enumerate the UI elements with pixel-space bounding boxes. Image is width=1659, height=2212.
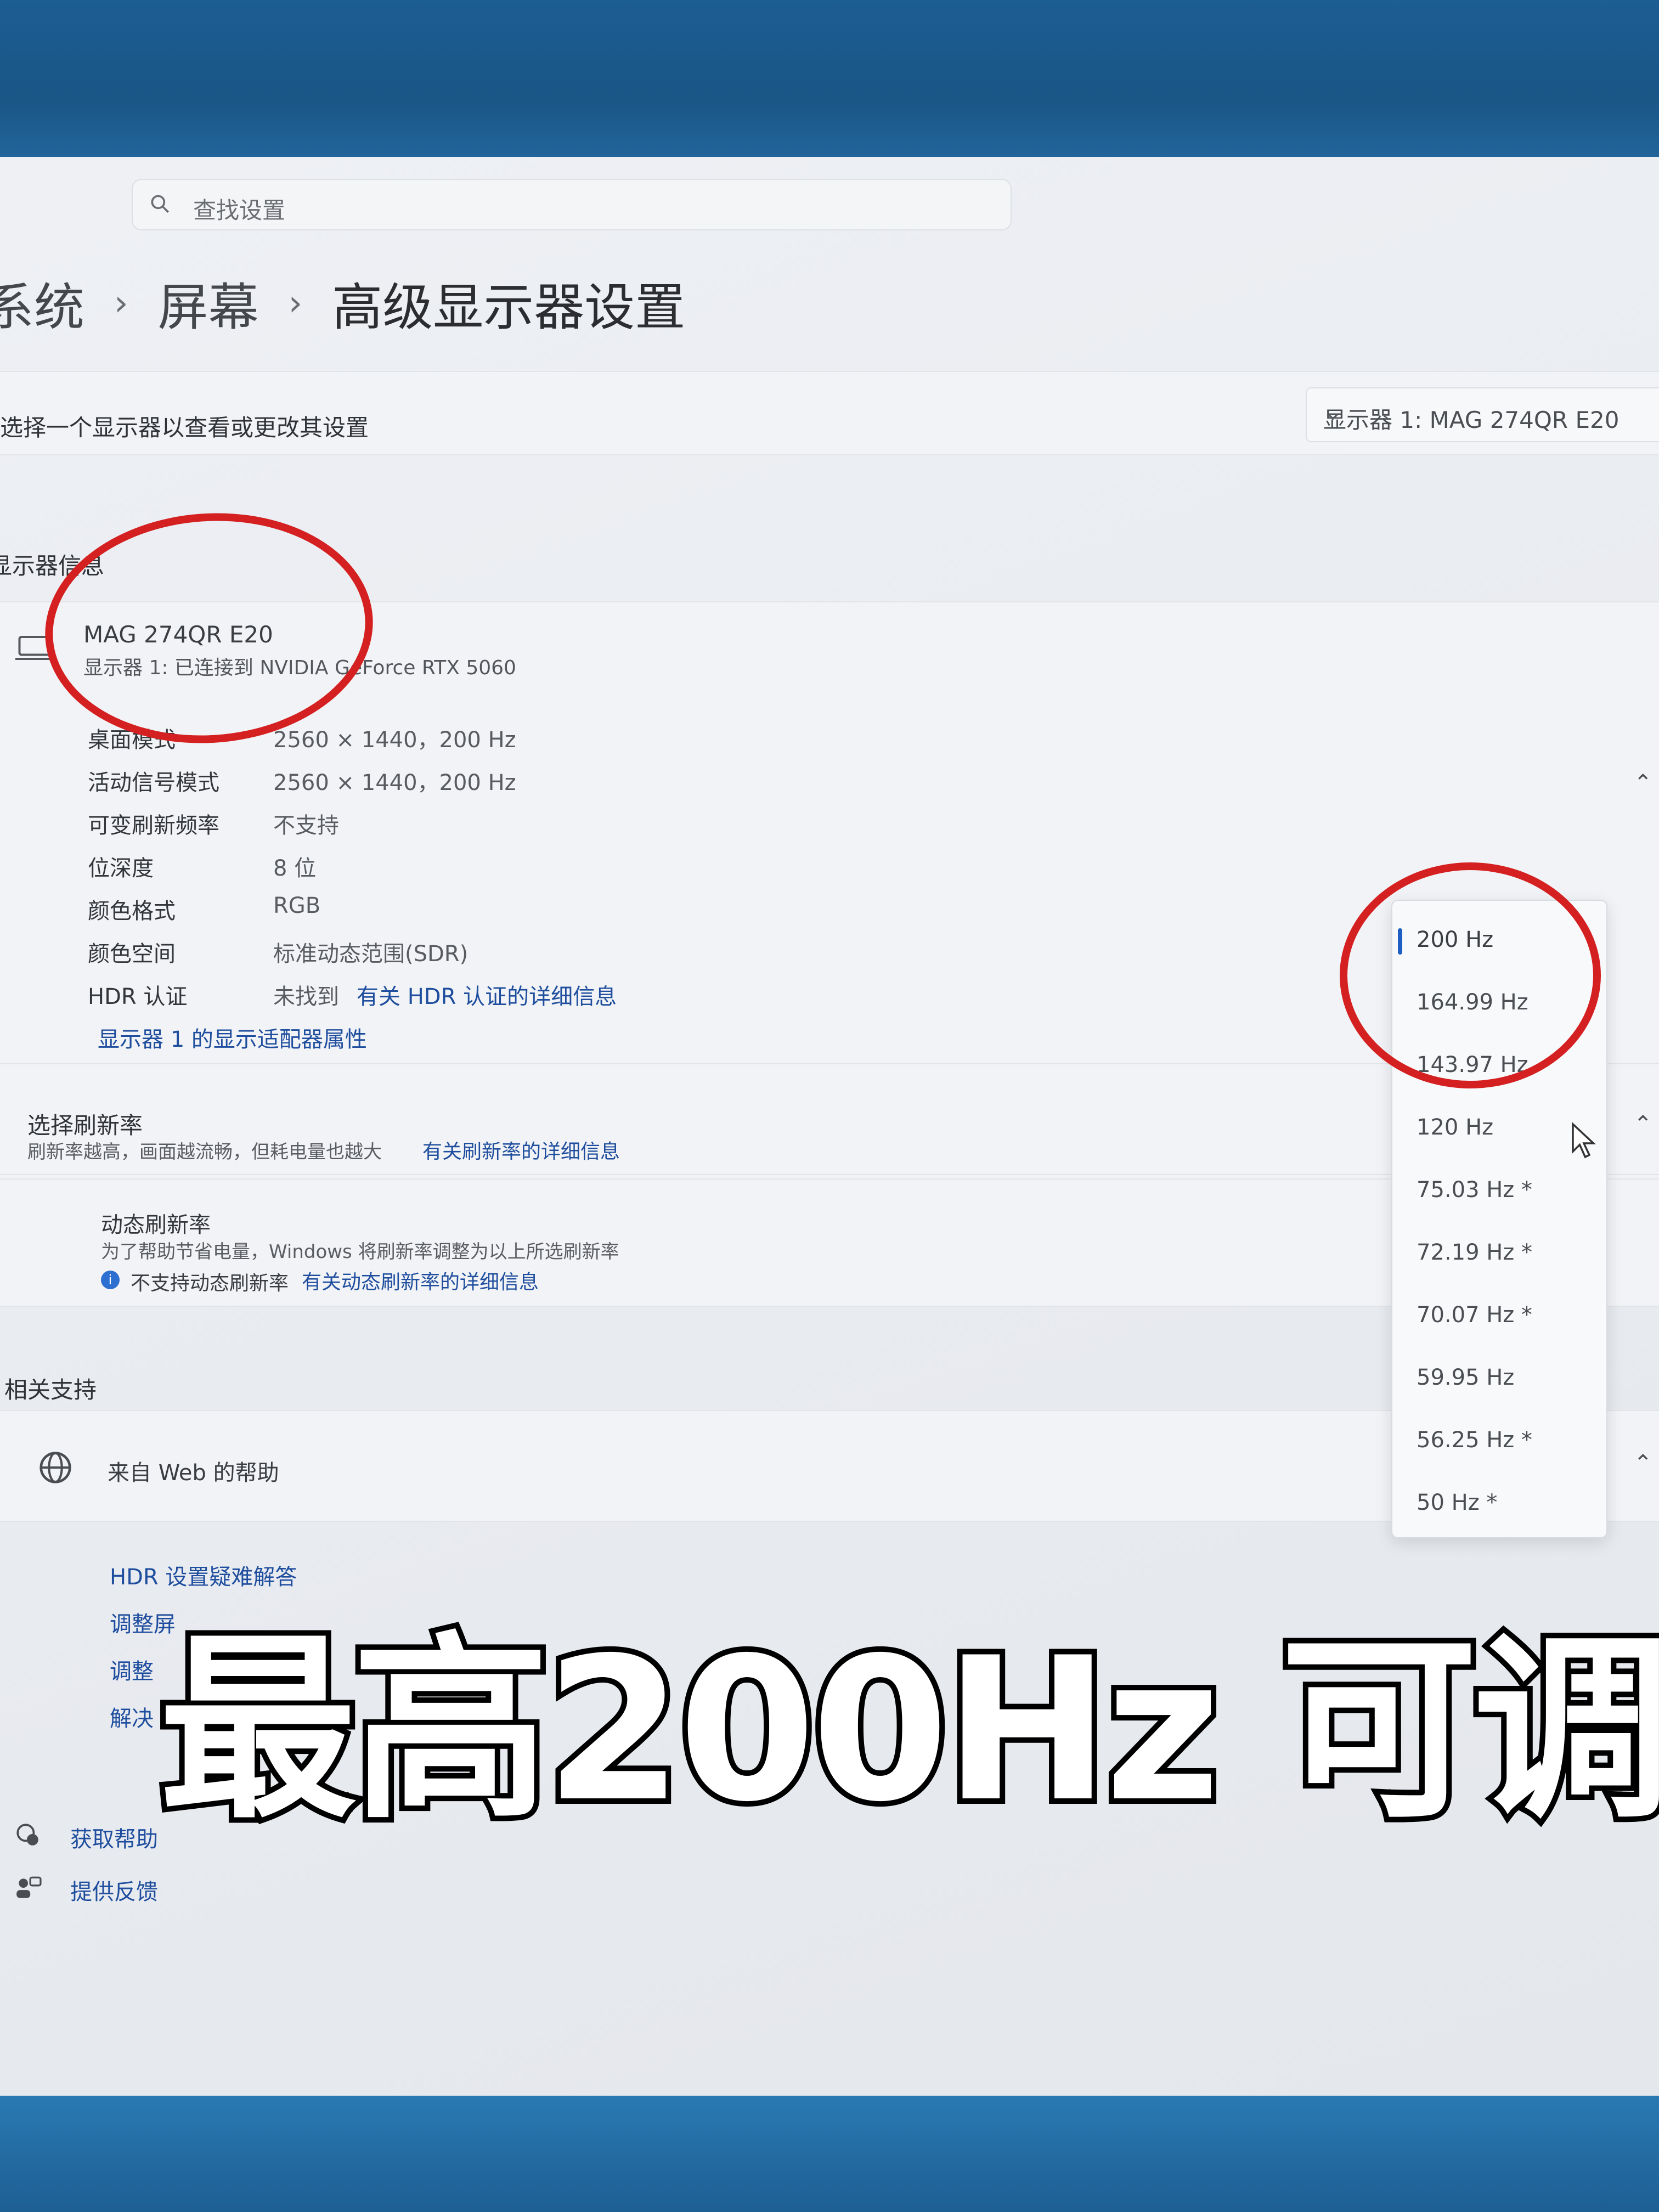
chevron-up-icon[interactable]: ⌃ xyxy=(1634,1451,1652,1476)
breadcrumb-separator-icon: › xyxy=(288,283,303,324)
help-icon xyxy=(16,1824,38,1846)
hdr-cert-link[interactable]: 有关 HDR 认证的详细信息 xyxy=(357,979,617,1011)
refresh-option[interactable]: 72.19 Hz * xyxy=(1417,1240,1532,1265)
refresh-option[interactable]: 59.95 Hz xyxy=(1417,1365,1514,1390)
overlay-caption: 最高200Hz 可调 xyxy=(154,1610,1659,1850)
get-help-link[interactable]: 获取帮助 xyxy=(70,1821,158,1853)
bit-depth-value: 8 位 xyxy=(273,856,317,881)
breadcrumb-display[interactable]: 屏幕 xyxy=(158,267,259,340)
annotation-ring-refresh xyxy=(1340,862,1601,1088)
vrr-label: 可变刷新频率 xyxy=(88,813,219,838)
refresh-option[interactable]: 56.25 Hz * xyxy=(1417,1427,1532,1453)
dynamic-refresh-link[interactable]: 有关动态刷新率的详细信息 xyxy=(302,1266,539,1295)
color-format-value: RGB xyxy=(273,893,321,918)
monitor-bezel-bottom xyxy=(0,2096,1659,2212)
hdr-cert-value: 未找到 xyxy=(273,984,339,1009)
display-select-dropdown[interactable]: 显示器 1: MAG 274QR E20 ⌄ xyxy=(1306,387,1659,442)
page-title: 高级显示器设置 xyxy=(332,278,686,337)
color-space-label: 颜色空间 xyxy=(88,941,176,967)
hdr-cert-label: HDR 认证 xyxy=(88,984,188,1009)
refresh-rate-title: 选择刷新率 xyxy=(27,1112,143,1139)
adapter-properties-link[interactable]: 显示器 1 的显示适配器属性 xyxy=(98,1022,367,1053)
select-display-label: 选择一个显示器以查看或更改其设置 xyxy=(0,414,369,441)
desktop-mode-value: 2560 × 1440，200 Hz xyxy=(273,727,516,753)
feedback-link[interactable]: 提供反馈 xyxy=(70,1874,158,1906)
feedback-icon xyxy=(16,1876,42,1898)
signal-mode-value: 2560 × 1440，200 Hz xyxy=(273,770,516,795)
search-placeholder: 查找设置 xyxy=(193,197,286,224)
search-box[interactable]: 查找设置 xyxy=(132,179,1012,230)
monitor-bezel-top xyxy=(0,0,1659,165)
chevron-up-icon[interactable]: ⌃ xyxy=(1634,770,1652,795)
web-help-label[interactable]: 来自 Web 的帮助 xyxy=(108,1455,279,1487)
color-space-value: 标准动态范围(SDR) xyxy=(273,941,469,967)
vrr-value: 不支持 xyxy=(273,813,339,838)
refresh-option[interactable]: 70.07 Hz * xyxy=(1417,1302,1532,1328)
dynamic-refresh-title: 动态刷新率 xyxy=(101,1212,211,1238)
chevron-down-icon: ⌄ xyxy=(1323,398,1343,425)
chevron-up-icon[interactable]: ⌃ xyxy=(1634,1111,1652,1137)
refresh-option[interactable]: 75.03 Hz * xyxy=(1417,1177,1532,1203)
mouse-cursor-icon xyxy=(1572,1121,1596,1159)
signal-mode-label: 活动信号模式 xyxy=(88,770,219,795)
refresh-rate-link[interactable]: 有关刷新率的详细信息 xyxy=(422,1136,620,1164)
bit-depth-label: 位深度 xyxy=(88,856,154,881)
dynamic-refresh-subtitle: 为了帮助节省电量，Windows 将刷新率调整为以上所选刷新率 xyxy=(101,1241,619,1263)
globe-icon xyxy=(40,1452,71,1483)
dynamic-refresh-note: 不支持动态刷新率 xyxy=(131,1272,289,1295)
breadcrumb: 系统 › 屏幕 › 高级显示器设置 xyxy=(0,267,685,340)
refresh-option[interactable]: 120 Hz xyxy=(1417,1115,1493,1140)
color-format-label: 颜色格式 xyxy=(88,899,176,924)
refresh-rate-subtitle: 刷新率越高，画面越流畅，但耗电量也越大 xyxy=(27,1141,382,1163)
search-icon xyxy=(151,195,169,213)
breadcrumb-system[interactable]: 系统 xyxy=(0,267,84,340)
refresh-option[interactable]: 50 Hz * xyxy=(1417,1490,1497,1515)
related-support-heading: 相关支持 xyxy=(4,1376,97,1403)
breadcrumb-separator-icon: › xyxy=(114,283,128,324)
info-icon: i xyxy=(101,1271,120,1289)
